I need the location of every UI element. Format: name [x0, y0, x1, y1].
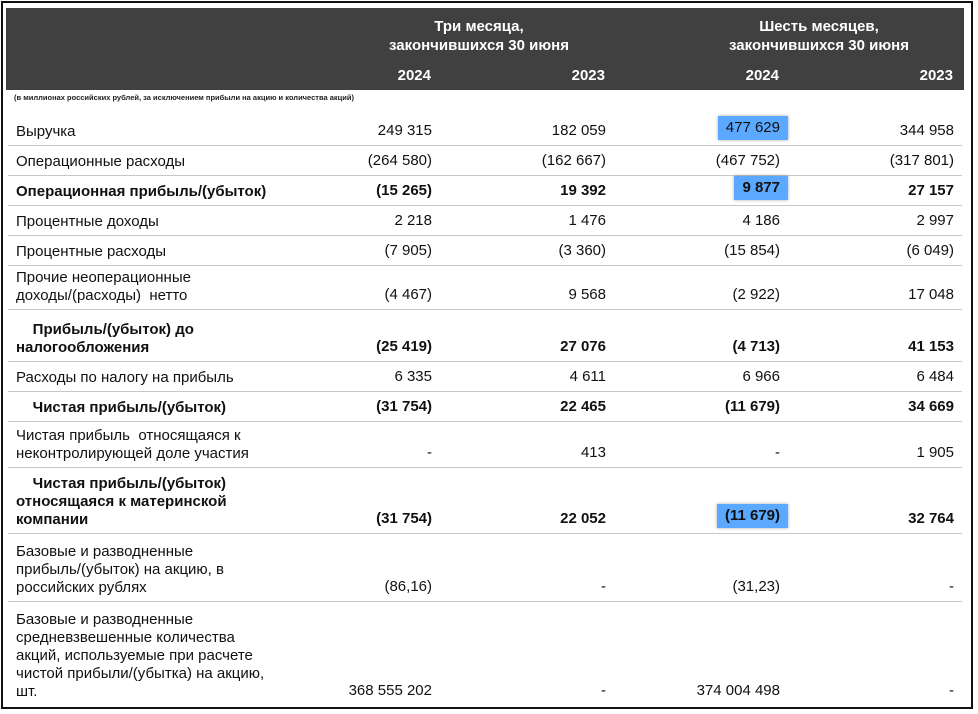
table-row: Базовые и разводненные средневзвешенные …	[8, 602, 962, 705]
value-cell: (11 679)	[630, 504, 788, 528]
value-cell: (7 905)	[384, 242, 432, 259]
table-row: Процентные доходы 2 218 1 476 4 186 2 997	[8, 206, 962, 236]
row-label: Процентные доходы	[16, 213, 159, 230]
value-cell: (3 360)	[558, 242, 606, 259]
value-cell: (4 467)	[384, 286, 432, 303]
three-months-header: Три месяца, закончившихся 30 июня	[389, 18, 569, 54]
value-cell: (31 754)	[376, 510, 432, 527]
value-cell: 19 392	[560, 182, 606, 199]
value-cell: -	[949, 578, 954, 595]
highlighted-value: (11 679)	[716, 504, 788, 528]
row-label: Чистая прибыль/(убыток) относящаяся к ма…	[16, 475, 227, 528]
table-row: Прочие неоперационные доходы/(расходы) н…	[8, 266, 962, 310]
value-cell: 477 629	[630, 116, 788, 140]
value-cell: 4 611	[569, 368, 606, 385]
value-cell: -	[601, 578, 606, 595]
value-cell: -	[427, 444, 432, 461]
year-col-3: 2024	[745, 67, 779, 84]
value-cell: (4 713)	[732, 338, 780, 355]
value-cell: (264 580)	[367, 152, 432, 169]
period-header: Три месяца, закончившихся 30 июня Шесть …	[6, 8, 964, 60]
table-row: Чистая прибыль/(убыток) (31 754) 22 465 (11…	[8, 392, 962, 422]
row-label: Расходы по налогу на прибыль	[16, 369, 234, 386]
value-cell: (317 801)	[889, 152, 954, 169]
row-label: Процентные расходы	[16, 243, 167, 260]
value-cell: 374 004 498	[696, 682, 780, 699]
value-cell: 182 059	[551, 122, 606, 139]
row-label: Прибыль/(убыток) до налогообложения	[16, 321, 194, 356]
value-cell: 17 048	[908, 286, 954, 303]
value-cell: 22 052	[560, 510, 606, 527]
value-cell: 2 997	[916, 212, 954, 229]
value-cell: (162 667)	[541, 152, 606, 169]
year-col-4: 2023	[919, 67, 953, 84]
table-row: Расходы по налогу на прибыль 6 335 4 611 6 …	[8, 362, 962, 392]
value-cell: 32 764	[908, 510, 954, 527]
value-cell: (467 752)	[715, 152, 780, 169]
value-cell: 9 877	[630, 176, 788, 200]
value-cell: 249 315	[377, 122, 432, 139]
value-cell: 27 157	[908, 182, 954, 199]
row-label: Базовые и разводненные прибыль/(убыток) …	[16, 543, 224, 596]
six-months-header: Шесть месяцев, закончившихся 30 июня	[729, 18, 909, 54]
table-row: Базовые и разводненные прибыль/(убыток) …	[8, 534, 962, 602]
year-col-2: 2023	[571, 67, 605, 84]
value-cell: (15 265)	[376, 182, 432, 199]
value-cell: 22 465	[560, 398, 606, 415]
value-cell: (31,23)	[732, 578, 780, 595]
highlighted-value: 9 877	[734, 176, 788, 200]
highlighted-value: 477 629	[717, 116, 788, 140]
row-label: Прочие неоперационные доходы/(расходы) н…	[16, 269, 191, 304]
value-cell: 1 905	[916, 444, 954, 461]
value-cell: 34 669	[908, 398, 954, 415]
value-cell: (86,16)	[384, 578, 432, 595]
row-label: Операционные расходы	[16, 153, 186, 170]
table-row: Прибыль/(убыток) до налогообложения (25 4…	[8, 310, 962, 362]
year-header: 2024 2023 2024 2023	[6, 60, 964, 90]
value-cell: (6 049)	[906, 242, 954, 259]
value-cell: 6 484	[916, 368, 954, 385]
value-cell: 6 966	[742, 368, 780, 385]
value-cell: 368 555 202	[348, 682, 432, 699]
value-cell: -	[949, 682, 954, 699]
value-cell: 344 958	[899, 122, 954, 139]
row-label: Базовые и разводненные средневзвешенные …	[16, 611, 265, 700]
value-cell: 1 476	[568, 212, 606, 229]
value-cell: -	[775, 444, 780, 461]
value-cell: 413	[580, 444, 606, 461]
table-row: Выручка 249 315 182 059 477 629 344 958	[8, 110, 962, 146]
row-label: Выручка	[16, 123, 76, 140]
value-cell: (31 754)	[376, 398, 432, 415]
value-cell: (11 679)	[724, 398, 780, 415]
value-cell: 4 186	[742, 212, 780, 229]
value-cell: (15 854)	[724, 242, 780, 259]
value-cell: (2 922)	[732, 286, 780, 303]
table-row: Процентные расходы (7 905) (3 360) (15 854)…	[8, 236, 962, 266]
value-cell: 2 218	[394, 212, 432, 229]
value-cell: 6 335	[394, 368, 432, 385]
row-label: Операционная прибыль/(убыток)	[16, 183, 267, 200]
table-row: Чистая прибыль/(убыток) относящаяся к ма…	[8, 468, 962, 534]
value-cell: 9 568	[568, 286, 606, 303]
row-label: Чистая прибыль/(убыток)	[16, 399, 227, 416]
table-row: Операционные расходы (264 580) (162 667) (4…	[8, 146, 962, 176]
table-row: Операционная прибыль/(убыток) (15 265) 19 …	[8, 176, 962, 206]
value-cell: -	[601, 682, 606, 699]
row-label: Чистая прибыль относящаяся к неконтролир…	[16, 427, 249, 462]
year-col-1: 2024	[397, 67, 431, 84]
value-cell: (25 419)	[376, 338, 432, 355]
value-cell: 41 153	[908, 338, 954, 355]
table-row: Чистая прибыль относящаяся к неконтролир…	[8, 422, 962, 468]
value-cell: 27 076	[560, 338, 606, 355]
units-note: (в миллионах российских рублей, за исклю…	[14, 93, 354, 102]
